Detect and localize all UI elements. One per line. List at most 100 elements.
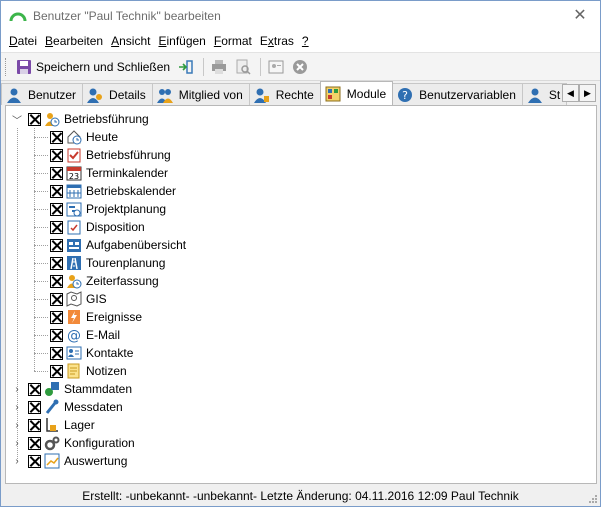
tree-item-terminkalender[interactable]: 23 Terminkalender (50, 164, 168, 182)
module-checkbox[interactable] (28, 382, 41, 396)
module-checkbox[interactable] (50, 202, 63, 216)
title-bar: Benutzer "Paul Technik" bearbeiten ✕ (1, 1, 600, 31)
tree-item-heute[interactable]: Heute (50, 128, 118, 146)
close-icon[interactable]: ✕ (570, 6, 590, 26)
tab-rechte[interactable]: Rechte (248, 83, 321, 105)
menu-item-5[interactable]: Extras (260, 34, 294, 48)
status-bar: Erstellt: -unbekannt- -unbekannt- Letzte… (82, 489, 519, 503)
tab-mitglied-von[interactable]: Mitglied von (151, 83, 250, 105)
tree-item-projektplanung[interactable]: Projektplanung (50, 200, 166, 218)
toolbar-grip (5, 57, 9, 76)
menu-item-2[interactable]: Ansicht (111, 34, 150, 48)
tab-benutzervariablen[interactable]: ? Benutzervariablen (392, 83, 523, 105)
svg-text:23: 23 (69, 172, 79, 181)
tree-item-label: Projektplanung (86, 202, 167, 216)
tab-label: Details (109, 87, 146, 102)
tree-item-gis[interactable]: GIS (50, 290, 107, 308)
module-checkbox[interactable] (50, 166, 63, 180)
transfer-button[interactable] (175, 56, 197, 78)
module-checkbox[interactable] (50, 184, 63, 198)
tree-item-betriebsf-hrung[interactable]: Betriebsführung (50, 146, 171, 164)
tab-module[interactable]: Module (319, 81, 394, 105)
tree-root-stammdaten[interactable]: › Stammdaten (12, 380, 132, 398)
menu-item-rest: atei (17, 34, 38, 48)
user-icon (527, 88, 542, 103)
save-close-button[interactable]: Speichern und Schließen (13, 56, 173, 78)
tree-item-label: Konfiguration (64, 436, 135, 450)
menu-item-6[interactable]: ? (302, 34, 309, 48)
module-checkbox[interactable] (28, 454, 41, 468)
expand-icon[interactable]: › (12, 402, 22, 413)
module-checkbox[interactable] (50, 328, 63, 342)
tree-item-label: Messdaten (64, 400, 123, 414)
tree-item-label: Lager (64, 418, 95, 432)
collapse-icon[interactable]: ﹀ (12, 114, 22, 127)
expand-icon[interactable]: › (12, 384, 22, 395)
properties-button[interactable] (265, 56, 287, 78)
tree-root-lager[interactable]: › Lager (12, 416, 95, 434)
tree-item-label: Notizen (86, 364, 127, 378)
menu-item-1[interactable]: Bearbeiten (45, 34, 103, 48)
tree-connector (34, 209, 48, 210)
module-checkbox[interactable] (50, 310, 63, 324)
menu-item-4[interactable]: Format (214, 34, 252, 48)
print-button[interactable] (208, 56, 230, 78)
menu-item-0[interactable]: Datei (9, 34, 37, 48)
module-checkbox[interactable] (50, 292, 63, 306)
tree-item-kontakte[interactable]: Kontakte (50, 344, 133, 362)
tree-item-disposition[interactable]: Disposition (50, 218, 145, 236)
tree-item-betriebskalender[interactable]: Betriebskalender (50, 182, 176, 200)
tab-scroll-left-icon[interactable]: ◀ (562, 84, 579, 102)
print-preview-icon (236, 59, 251, 75)
print-icon (212, 59, 227, 74)
expand-icon[interactable]: › (12, 438, 22, 449)
tree-item-aufgaben-bersicht[interactable]: Aufgabenübersicht (50, 236, 186, 254)
expand-icon[interactable]: › (12, 420, 22, 431)
tree-item-zeiterfassung[interactable]: Zeiterfassung (50, 272, 159, 290)
tree-root-messdaten[interactable]: › Messdaten (12, 398, 123, 416)
module-checkbox[interactable] (50, 130, 63, 144)
tab-benutzer[interactable]: Benutzer (1, 83, 84, 105)
module-checkbox[interactable] (50, 238, 63, 252)
tree-item-label: Stammdaten (64, 382, 133, 396)
module-checkbox[interactable] (50, 256, 63, 270)
module-checkbox[interactable] (50, 220, 63, 234)
module-checkbox[interactable] (28, 112, 41, 126)
group-members-icon (156, 88, 173, 103)
tree-item-e-mail[interactable]: @ E-Mail (50, 326, 120, 344)
tree-item-tourenplanung[interactable]: Tourenplanung (50, 254, 165, 272)
tree-item-ereignisse[interactable]: Ereignisse (50, 308, 142, 326)
tree-connector (34, 191, 48, 192)
tree-root-konfiguration[interactable]: › Konfiguration (12, 434, 135, 452)
menu-item-rest: ormat (221, 34, 252, 48)
tab-scroll-right-icon[interactable]: ▶ (579, 84, 596, 102)
module-checkbox[interactable] (50, 148, 63, 162)
report-chart-icon (44, 453, 60, 469)
tree-item-notizen[interactable]: Notizen (50, 362, 127, 380)
delete-button[interactable] (289, 56, 311, 78)
print-preview-button[interactable] (232, 56, 254, 78)
module-checkbox[interactable] (28, 418, 41, 432)
resize-grip-icon[interactable] (588, 494, 598, 504)
tab-label: Benutzer (28, 87, 77, 102)
tab-details[interactable]: Details (82, 83, 153, 105)
tree-root-auswertung[interactable]: › Auswertung (12, 452, 127, 470)
tree-item-label: Betriebsführung (86, 148, 171, 162)
checklist-icon (67, 148, 81, 163)
module-checkbox[interactable] (28, 400, 41, 414)
module-checkbox[interactable] (28, 436, 41, 450)
expand-icon[interactable]: › (12, 456, 22, 467)
tree-item-label: Heute (86, 130, 119, 144)
calendar-grid-icon (66, 184, 82, 199)
tree-connector (34, 155, 48, 156)
dialog-window: Benutzer "Paul Technik" bearbeiten ✕ Dat… (0, 0, 601, 507)
tree-item-label: Disposition (86, 220, 145, 234)
tab-st[interactable]: St (521, 83, 568, 105)
module-checkbox[interactable] (50, 274, 63, 288)
tree-connector (34, 317, 48, 318)
event-bolt-icon (68, 310, 80, 324)
module-checkbox[interactable] (50, 346, 63, 360)
tree-root-betriebsfuehrung[interactable]: ﹀ Betriebsführung (12, 110, 149, 128)
menu-item-3[interactable]: Einfügen (158, 34, 205, 48)
module-checkbox[interactable] (50, 364, 63, 378)
